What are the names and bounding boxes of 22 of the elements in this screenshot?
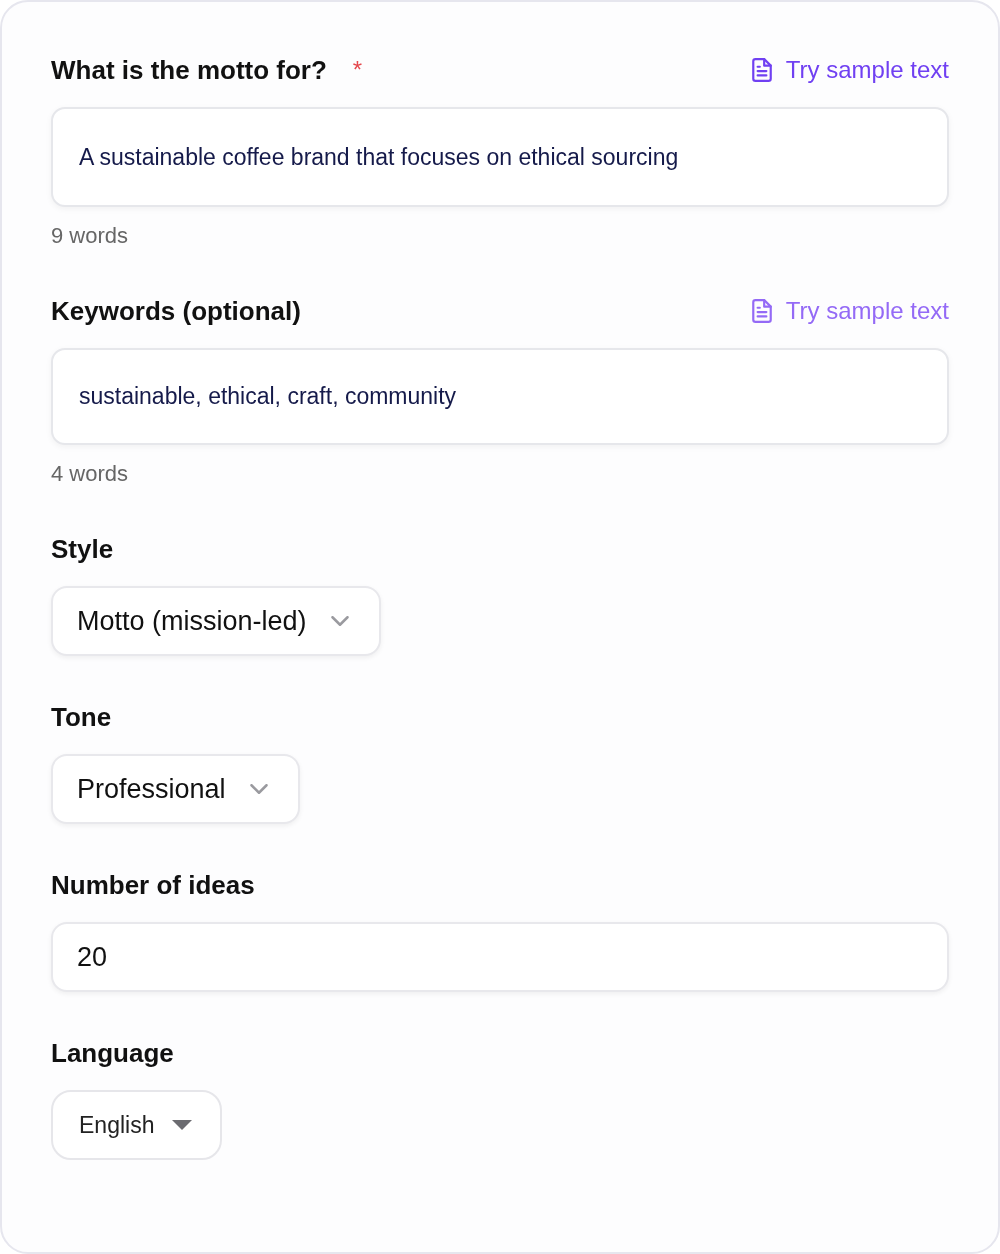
word-count: 4 words — [51, 460, 129, 488]
field-label: Number of ideas — [51, 869, 255, 901]
required-asterisk: * — [352, 55, 363, 85]
chevron-down-icon — [330, 616, 349, 626]
word-count: 9 words — [51, 222, 129, 250]
text-area[interactable]: A sustainable coffee brand that focuses on ethical sourcing — [51, 107, 949, 207]
field-label: Keywords (optional) — [51, 295, 301, 327]
document-icon — [751, 299, 772, 323]
select-dropdown[interactable]: Motto (mission-led) — [51, 586, 381, 656]
try-sample-link[interactable]: Try sample text — [751, 295, 949, 327]
document-icon — [751, 58, 772, 82]
language-select[interactable]: English — [51, 1090, 223, 1160]
field-label: Style — [51, 533, 114, 565]
field-label: Tone — [51, 701, 112, 733]
field-label: Language — [51, 1037, 174, 1069]
chevron-down-icon — [249, 784, 268, 794]
caret-down-icon — [172, 1120, 193, 1130]
text-area[interactable]: sustainable, ethical, craft, community — [51, 348, 949, 445]
number-input[interactable]: 20 — [51, 922, 949, 992]
select-dropdown[interactable]: Professional — [51, 754, 300, 824]
try-sample-link[interactable]: Try sample text — [751, 54, 949, 86]
field-label: What is the motto for? — [51, 54, 327, 86]
